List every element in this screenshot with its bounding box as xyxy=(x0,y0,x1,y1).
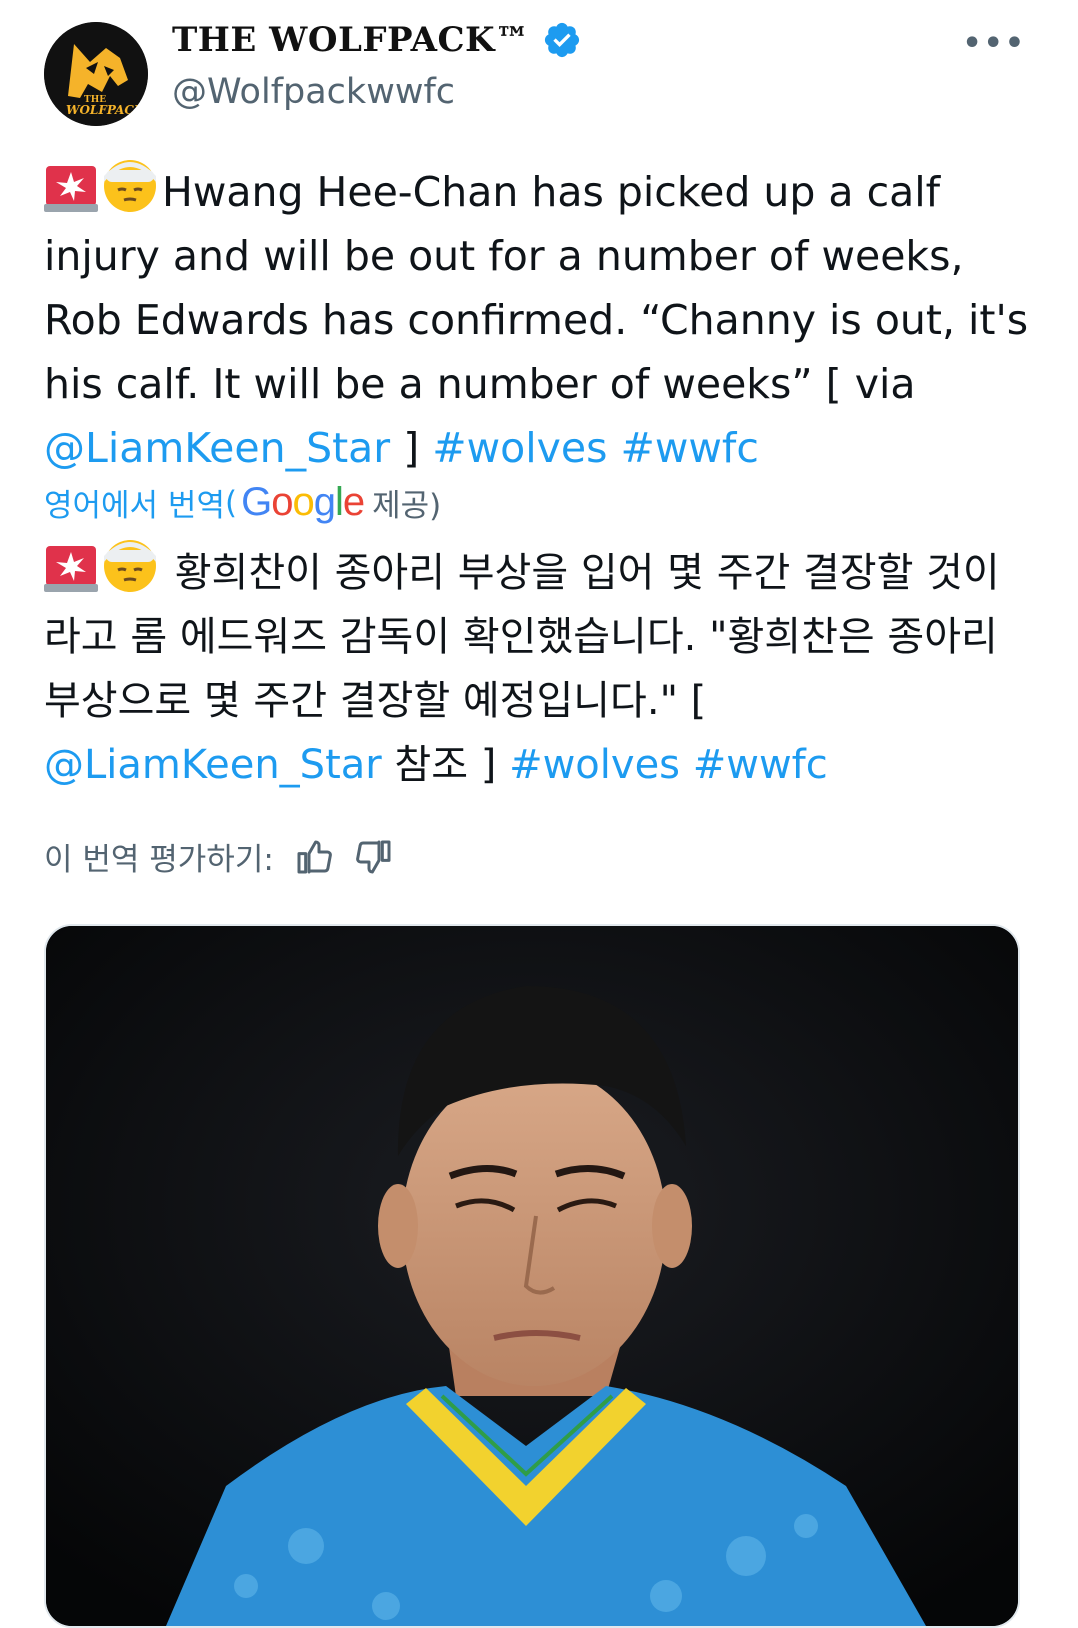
thumbs-up-icon[interactable] xyxy=(294,837,334,877)
rotating-light-emoji xyxy=(44,166,98,212)
translation-attribution: 영어에서 번역( Google 제공) xyxy=(44,480,441,525)
avatar[interactable]: THE WOLFPACK xyxy=(44,22,148,126)
open-paren: ( xyxy=(224,484,238,521)
avatar-text-bottom: WOLFPACK xyxy=(66,103,145,117)
tweet-text: Hwang Hee-Chan has picked up a calf inju… xyxy=(44,158,1034,480)
rotating-light-emoji xyxy=(44,546,98,592)
handle[interactable]: @Wolfpackwwfc xyxy=(172,72,455,112)
provided-label: 제공) xyxy=(372,488,442,524)
tweet-text-after-mention: ] xyxy=(390,424,433,472)
tweet-media-photo[interactable] xyxy=(44,924,1020,1628)
name-row: THE WOLFPACK™ xyxy=(172,20,582,60)
player-photo xyxy=(46,926,1018,1626)
thumbs-down-icon[interactable] xyxy=(354,837,394,877)
more-options-icon[interactable]: ••• xyxy=(962,26,1026,61)
hashtag-wolves[interactable]: #wolves xyxy=(432,424,607,472)
translated-body-text: 황희찬이 종아리 부상을 입어 몇 주간 결장할 것이라고 롬 에드워즈 감독이… xyxy=(44,550,1000,724)
translated-text: 황희찬이 종아리 부상을 입어 몇 주간 결장할 것이라고 롬 에드워즈 감독이… xyxy=(44,538,1034,797)
mention-link[interactable]: @LiamKeen_Star xyxy=(44,424,390,472)
translated-text-after-mention: 참조 ] xyxy=(381,742,510,788)
display-name[interactable]: THE WOLFPACK™ xyxy=(172,20,530,60)
verified-badge-icon xyxy=(544,22,579,58)
translated-from-label[interactable]: 영어에서 번역 xyxy=(44,480,225,525)
face-with-head-bandage-emoji xyxy=(104,160,156,212)
rate-translation-row: 이 번역 평가하기: xyxy=(44,834,394,879)
translated-mention-link[interactable]: @LiamKeen_Star xyxy=(44,742,382,788)
rate-translation-label: 이 번역 평가하기: xyxy=(44,842,274,878)
tweet-header: THE WOLFPACK THE WOLFPACK™ @Wolfpackwwfc… xyxy=(44,12,1034,126)
translated-hashtag-wwfc[interactable]: #wwfc xyxy=(693,742,828,788)
wolfpack-logo-icon: THE WOLFPACK xyxy=(44,22,148,126)
tweet-body-text: Hwang Hee-Chan has picked up a calf inju… xyxy=(44,168,1029,408)
face-with-head-bandage-emoji xyxy=(104,540,156,592)
google-logo: Google xyxy=(241,480,365,524)
translated-hashtag-wolves[interactable]: #wolves xyxy=(509,742,680,788)
hashtag-wwfc[interactable]: #wwfc xyxy=(621,424,759,472)
